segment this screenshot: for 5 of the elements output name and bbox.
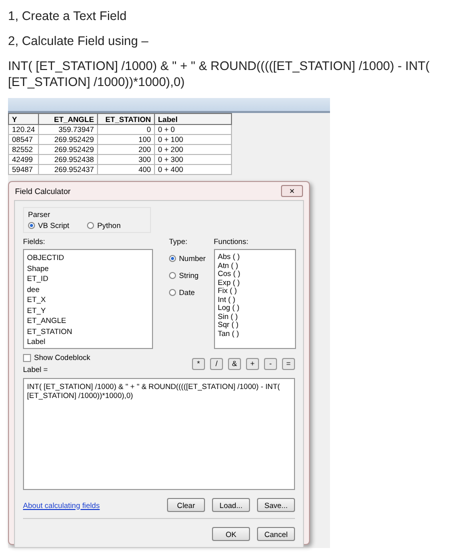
close-button[interactable]: × bbox=[281, 185, 303, 197]
window-title: Field Calculator bbox=[15, 186, 71, 196]
paragraph: INT( [ET_STATION] /1000) & " + " & ROUND(((([ET_STATION] /1000) - INT( [ET_STATION] /1000))*1000),0) bbox=[8, 58, 431, 90]
paragraph: 1, Create a Text Field bbox=[8, 8, 128, 24]
paragraph: 2, Calculate Field using – bbox=[8, 33, 150, 49]
